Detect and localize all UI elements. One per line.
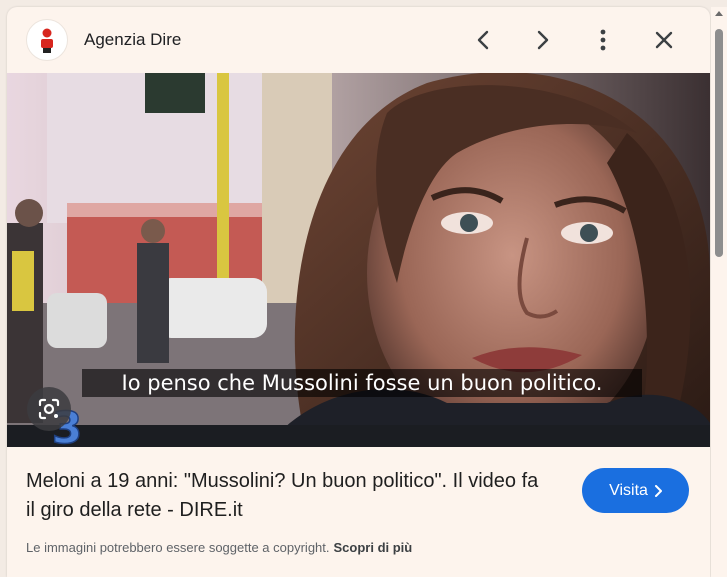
close-icon bbox=[655, 31, 673, 49]
learn-more-link[interactable]: Scopri di più bbox=[334, 540, 413, 555]
video-subtitle: Io penso che Mussolini fosse un buon pol… bbox=[82, 369, 642, 397]
image-preview-panel: Agenzia Dire Io penso che Mussolini foss… bbox=[7, 7, 710, 577]
close-button[interactable] bbox=[647, 23, 681, 57]
result-title[interactable]: Meloni a 19 anni: "Mussolini? Un buon po… bbox=[26, 467, 546, 525]
preview-image[interactable]: Io penso che Mussolini fosse un buon pol… bbox=[7, 73, 710, 447]
previous-button[interactable] bbox=[466, 23, 500, 57]
scrollbar-thumb[interactable] bbox=[715, 29, 723, 257]
copyright-text: Le immagini potrebbero essere soggette a… bbox=[26, 540, 330, 555]
chevron-right-icon bbox=[654, 484, 662, 497]
visit-button[interactable]: Visita bbox=[582, 468, 689, 513]
site-logo[interactable] bbox=[26, 19, 68, 61]
visit-button-label: Visita bbox=[609, 481, 648, 499]
agenzia-dire-logo-icon bbox=[41, 28, 53, 53]
lens-search-button[interactable] bbox=[27, 387, 71, 431]
preview-header: Agenzia Dire bbox=[7, 7, 710, 73]
more-options-button[interactable] bbox=[586, 23, 620, 57]
chevron-right-icon bbox=[537, 30, 549, 50]
scrollbar[interactable] bbox=[711, 7, 727, 577]
copyright-notice: Le immagini potrebbero essere soggette a… bbox=[26, 540, 412, 555]
more-vertical-icon bbox=[600, 29, 606, 51]
google-lens-icon bbox=[38, 398, 60, 420]
next-button[interactable] bbox=[526, 23, 560, 57]
scroll-up-arrow-icon[interactable] bbox=[715, 11, 723, 16]
chevron-left-icon bbox=[477, 30, 489, 50]
site-name[interactable]: Agenzia Dire bbox=[84, 30, 181, 50]
